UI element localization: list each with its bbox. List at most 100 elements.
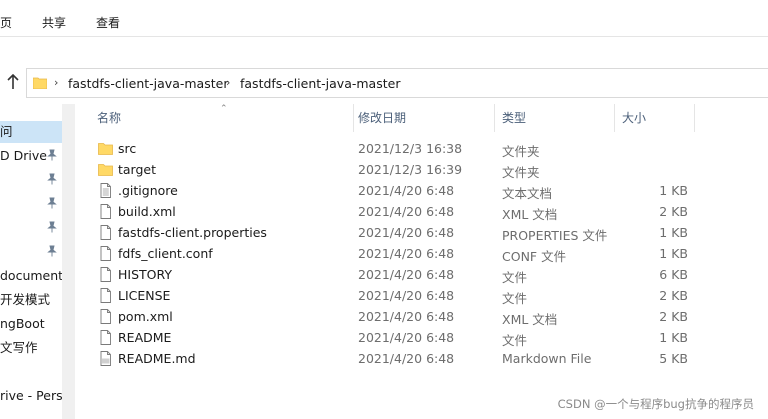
nav-item[interactable] (0, 217, 62, 239)
column-header-date[interactable]: 修改日期 (358, 104, 494, 133)
nav-item[interactable] (0, 241, 62, 263)
file-type: 文件夹 (502, 144, 540, 159)
nav-item[interactable]: 问 (0, 121, 62, 143)
file-row[interactable]: README 2021/4/20 6:48 文件 1 KB (75, 327, 768, 348)
file-row[interactable]: .gitignore 2021/4/20 6:48 文本文档 1 KB (75, 180, 768, 201)
nav-item-label: rive - Perso (0, 388, 62, 403)
nav-item-label: 文写作 (0, 340, 38, 355)
address-row: › fastdfs-client-java-master › fastdfs-c… (0, 66, 768, 100)
file-row[interactable]: fastdfs-client.properties 2021/4/20 6:48 P… (75, 222, 768, 243)
breadcrumb-chevron-icon[interactable]: › (226, 76, 230, 89)
file-icon (100, 246, 111, 261)
pin-icon (47, 245, 57, 257)
nav-item-label: document (0, 268, 62, 283)
file-date: 2021/12/3 16:39 (358, 162, 463, 177)
file-name: build.xml (118, 204, 176, 219)
file-date: 2021/4/20 6:48 (358, 204, 455, 219)
column-header-size[interactable]: 大小 (622, 104, 692, 133)
file-type: 文件 (502, 270, 528, 285)
file-name: target (118, 162, 157, 177)
file-icon (100, 204, 111, 219)
pin-icon (47, 197, 57, 209)
file-name: .gitignore (118, 183, 178, 198)
file-date: 2021/4/20 6:48 (358, 246, 455, 261)
file-icon (100, 225, 111, 240)
nav-item[interactable]: D Drive (0, 145, 62, 167)
file-date: 2021/12/3 16:38 (358, 141, 463, 156)
file-icon (100, 267, 111, 282)
folder-icon (33, 77, 47, 89)
file-icon (100, 330, 111, 345)
file-size: 5 KB (659, 351, 688, 366)
file-row[interactable]: HISTORY 2021/4/20 6:48 文件 6 KB (75, 264, 768, 285)
file-type: Markdown File (502, 351, 592, 366)
column-divider[interactable] (694, 104, 695, 132)
file-row[interactable]: README.md 2021/4/20 6:48 Markdown File 5 KB (75, 348, 768, 369)
nav-item[interactable]: 开发模式 (0, 289, 62, 311)
file-list: ⌃ 名称 修改日期 类型 大小 src 2021/12/3 16:38 文件夹 tar… (75, 104, 768, 419)
file-name: fastdfs-client.properties (118, 225, 267, 240)
file-name: README (118, 330, 172, 345)
column-header-type[interactable]: 类型 (502, 104, 614, 133)
file-date: 2021/4/20 6:48 (358, 288, 455, 303)
text-file-icon (100, 183, 111, 198)
up-arrow-icon[interactable] (4, 73, 22, 92)
file-icon (100, 288, 111, 303)
file-type: PROPERTIES 文件 (502, 228, 608, 243)
nav-item[interactable]: document (0, 265, 62, 287)
file-type: 文本文档 (502, 186, 553, 201)
file-icon (100, 309, 111, 324)
file-row[interactable]: pom.xml 2021/4/20 6:48 XML 文档 2 KB (75, 306, 768, 327)
address-bar[interactable]: › fastdfs-client-java-master › fastdfs-c… (26, 68, 768, 98)
column-divider[interactable] (494, 104, 495, 132)
file-size: 1 KB (659, 183, 688, 198)
folder-icon (98, 164, 113, 176)
ribbon-tab-share[interactable]: 共享 (42, 14, 66, 31)
file-row[interactable]: LICENSE 2021/4/20 6:48 文件 2 KB (75, 285, 768, 306)
file-date: 2021/4/20 6:48 (358, 351, 455, 366)
markdown-file-icon (100, 351, 111, 366)
column-header-name[interactable]: 名称 (97, 104, 352, 133)
nav-item[interactable]: rive - Perso (0, 385, 62, 407)
file-size: 1 KB (659, 330, 688, 345)
file-name: README.md (118, 351, 196, 366)
file-size: 2 KB (659, 309, 688, 324)
file-size: 2 KB (659, 288, 688, 303)
navigation-scrollbar[interactable] (62, 104, 75, 419)
nav-item[interactable] (0, 361, 62, 383)
file-name: src (118, 141, 137, 156)
breadcrumb-item-current[interactable]: fastdfs-client-java-master (240, 76, 400, 91)
file-date: 2021/4/20 6:48 (358, 330, 455, 345)
nav-item-label: 开发模式 (0, 292, 51, 307)
ribbon: 页 共享 查看 (0, 0, 768, 37)
nav-item[interactable] (0, 169, 62, 191)
nav-item-label: ngBoot (0, 316, 45, 331)
ribbon-collapsed-area (0, 38, 768, 66)
file-name: HISTORY (118, 267, 173, 282)
file-type: 文件夹 (502, 165, 540, 180)
file-size: 1 KB (659, 225, 688, 240)
folder-icon (98, 143, 113, 155)
nav-item[interactable] (0, 193, 62, 215)
file-row[interactable]: build.xml 2021/4/20 6:48 XML 文档 2 KB (75, 201, 768, 222)
column-divider[interactable] (353, 104, 354, 132)
breadcrumb-item-parent[interactable]: fastdfs-client-java-master (68, 76, 228, 91)
file-row[interactable]: target 2021/12/3 16:39 文件夹 (75, 159, 768, 180)
pin-icon (47, 221, 57, 233)
pin-icon (47, 149, 57, 161)
breadcrumb-chevron-icon[interactable]: › (54, 76, 58, 89)
nav-item[interactable]: ngBoot (0, 313, 62, 335)
pin-icon (47, 173, 57, 185)
file-type: XML 文档 (502, 207, 558, 222)
column-divider[interactable] (614, 104, 615, 132)
file-date: 2021/4/20 6:48 (358, 183, 455, 198)
file-date: 2021/4/20 6:48 (358, 267, 455, 282)
nav-item[interactable]: 文写作 (0, 337, 62, 359)
file-row[interactable]: fdfs_client.conf 2021/4/20 6:48 CONF 文件 1 K… (75, 243, 768, 264)
file-name: LICENSE (118, 288, 171, 303)
ribbon-tab-view[interactable]: 查看 (96, 14, 120, 31)
file-row[interactable]: src 2021/12/3 16:38 文件夹 (75, 138, 768, 159)
nav-item-label: D Drive (0, 148, 47, 163)
file-name: pom.xml (118, 309, 173, 324)
ribbon-tab-home[interactable]: 页 (0, 14, 12, 31)
